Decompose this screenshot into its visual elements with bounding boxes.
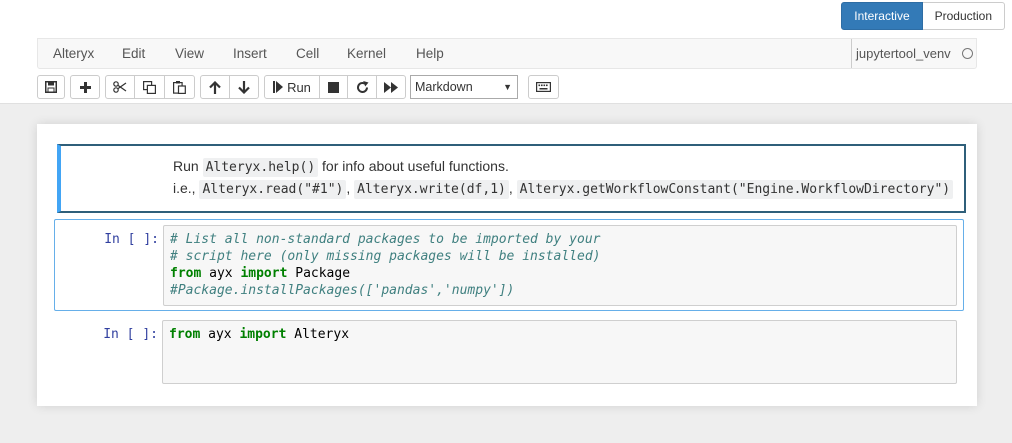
menu-view[interactable]: View [175,39,204,68]
separator: , [346,180,351,196]
paste-button[interactable] [164,75,195,99]
save-button[interactable] [37,75,65,99]
move-down-button[interactable] [229,75,259,99]
command-palette-button[interactable] [528,75,559,99]
input-prompt: In [ ]: [104,232,159,247]
kernel-name[interactable]: jupytertool_venv [851,39,951,68]
inline-code: Alteryx.read("#1") [199,180,347,199]
interrupt-button[interactable] [319,75,348,99]
menu-help[interactable]: Help [416,39,444,68]
input-prompt: In [ ]: [103,327,158,342]
stop-icon [328,81,339,93]
keyboard-icon [536,82,551,92]
cut-button[interactable] [105,75,135,99]
code-keyword: from [170,266,202,281]
notebook-container: Run Alteryx.help() for info about useful… [37,124,977,406]
code-editor[interactable]: # List all non-standard packages to be i… [163,225,957,306]
interactive-mode-button[interactable]: Interactive [841,2,923,30]
menu-alteryx[interactable]: Alteryx [53,39,94,68]
markdown-line-2: i.e., Alteryx.read("#1"), Alteryx.write(… [173,180,954,199]
code-cell[interactable]: In [ ]: from ayx import Alteryx [54,314,964,384]
top-bar: Interactive Production [0,0,1012,38]
move-up-button[interactable] [200,75,230,99]
copy-icon [143,80,156,94]
markdown-text: Run [173,158,199,174]
arrow-down-icon [238,80,250,94]
markdown-text: i.e., [173,180,196,196]
code-text: Package [287,266,351,281]
code-keyword: import [240,266,288,281]
code-text: Alteryx [286,327,350,342]
cut-icon [113,81,127,93]
code-text: ayx [201,266,241,281]
code-editor[interactable]: from ayx import Alteryx [162,320,957,384]
plus-icon [79,81,91,93]
markdown-line-1: Run Alteryx.help() for info about useful… [173,158,509,177]
menu-edit[interactable]: Edit [122,39,145,68]
inline-code: Alteryx.help() [202,158,319,177]
code-comment: # List all non-standard packages to be i… [170,232,601,247]
notebook-header: Alteryx Edit View Insert Cell Kernel Hel… [0,38,1012,104]
insert-cell-button[interactable] [70,75,100,99]
fast-forward-icon [384,81,398,93]
inline-code: Alteryx.write(df,1) [354,180,509,199]
run-label: Run [287,79,311,95]
markdown-text: for info about useful functions. [322,158,509,174]
code-cell[interactable]: In [ ]: # List all non-standard packages… [54,219,964,311]
caret-down-icon: ▼ [503,82,512,92]
menu-cell[interactable]: Cell [296,39,319,68]
menubar: Alteryx Edit View Insert Cell Kernel Hel… [37,38,977,69]
copy-button[interactable] [134,75,165,99]
markdown-cell[interactable]: Run Alteryx.help() for info about useful… [57,144,966,213]
run-button[interactable]: Run [264,75,320,99]
menu-insert[interactable]: Insert [233,39,267,68]
restart-run-all-button[interactable] [376,75,406,99]
cell-type-select[interactable]: Markdown ▼ [410,75,518,99]
production-mode-button[interactable]: Production [922,2,1005,30]
code-keyword: from [169,327,201,342]
inline-code: Alteryx.getWorkflowConstant("Engine.Work… [516,180,954,199]
cell-type-value: Markdown [415,80,473,94]
arrow-up-icon [209,80,221,94]
code-comment: # script here (only missing packages wil… [170,249,601,264]
code-keyword: import [239,327,287,342]
toolbar: Run Markdown ▼ [0,75,1012,99]
menu-kernel[interactable]: Kernel [347,39,386,68]
code-text: ayx [200,327,240,342]
kernel-status-icon [962,48,973,59]
separator: , [508,180,513,196]
restart-button[interactable] [347,75,377,99]
paste-icon [173,80,186,94]
run-icon [273,81,284,93]
save-icon [45,81,57,93]
code-comment: #Package.installPackages(['pandas','nump… [170,283,515,298]
restart-icon [356,80,368,93]
mode-toggle: Interactive Production [841,2,1005,30]
